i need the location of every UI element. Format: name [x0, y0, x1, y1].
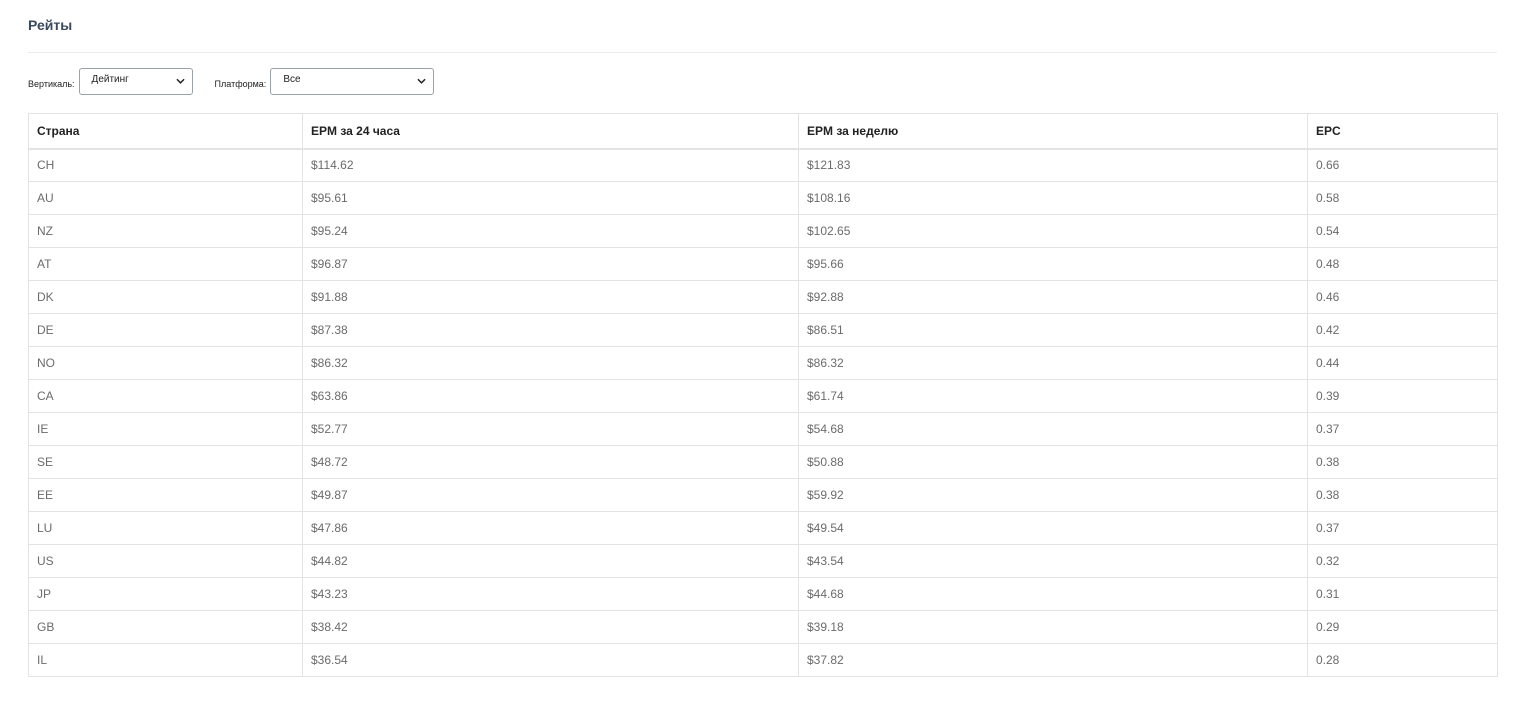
epm-week-cell: $43.54 [798, 544, 1308, 578]
epm-week-cell: $54.68 [798, 412, 1308, 446]
epm-24h-cell: $49.87 [302, 478, 799, 512]
country-cell: SE [28, 445, 303, 479]
epm-24h-cell: $86.32 [302, 346, 799, 380]
epm-24h-cell: $114.62 [302, 148, 799, 182]
rates-page: Рейты Вертикаль: Дейтинг Платформа: Все [0, 0, 1514, 706]
epm-24h-cell: $36.54 [302, 643, 799, 677]
epm-24h-cell: $44.82 [302, 544, 799, 578]
epm-week-cell: $92.88 [798, 280, 1308, 314]
epm-week-cell: $102.65 [798, 214, 1308, 248]
epc-cell: 0.54 [1307, 214, 1498, 248]
country-cell: DE [28, 313, 303, 347]
epm-24h-cell: $43.23 [302, 577, 799, 611]
epm-24h-cell: $47.86 [302, 511, 799, 545]
epc-cell: 0.38 [1307, 478, 1498, 512]
rates-table-container: Страна EPM за 24 часа EPM за неделю EPC … [28, 113, 1498, 677]
table-row: LU $47.86 $49.54 0.37 [28, 511, 1498, 545]
table-row: IL $36.54 $37.82 0.28 [28, 643, 1498, 677]
country-cell: NZ [28, 214, 303, 248]
table-row: AU $95.61 $108.16 0.58 [28, 181, 1498, 215]
epc-cell: 0.44 [1307, 346, 1498, 380]
vertical-select[interactable]: Дейтинг [78, 68, 193, 95]
epm-week-cell: $108.16 [798, 181, 1308, 215]
epm-24h-cell: $96.87 [302, 247, 799, 281]
country-cell: NO [28, 346, 303, 380]
country-cell: CH [28, 148, 303, 182]
table-row: IE $52.77 $54.68 0.37 [28, 412, 1498, 446]
epm-week-cell: $50.88 [798, 445, 1308, 479]
epm-24h-cell: $63.86 [302, 379, 799, 413]
epc-cell: 0.42 [1307, 313, 1498, 347]
epm-24h-cell: $87.38 [302, 313, 799, 347]
platform-label: Платформа: [214, 78, 267, 89]
epm-week-cell: $37.82 [798, 643, 1308, 677]
table-row: CH $114.62 $121.83 0.66 [28, 148, 1498, 182]
page-title: Рейты [28, 17, 73, 33]
epm-24h-cell: $52.77 [302, 412, 799, 446]
column-header-epm-24h[interactable]: EPM за 24 часа [302, 113, 799, 150]
country-cell: IL [28, 643, 303, 677]
country-cell: GB [28, 610, 303, 644]
table-row: JP $43.23 $44.68 0.31 [28, 577, 1498, 611]
epm-week-cell: $86.51 [798, 313, 1308, 347]
table-header-row: Страна EPM за 24 часа EPM за неделю EPC [28, 113, 1498, 150]
epc-cell: 0.31 [1307, 577, 1498, 611]
epc-cell: 0.38 [1307, 445, 1498, 479]
country-cell: JP [28, 577, 303, 611]
epm-week-cell: $44.68 [798, 577, 1308, 611]
table-row: DK $91.88 $92.88 0.46 [28, 280, 1498, 314]
table-row: NO $86.32 $86.32 0.44 [28, 346, 1498, 380]
country-cell: CA [28, 379, 303, 413]
epm-week-cell: $95.66 [798, 247, 1308, 281]
table-row: GB $38.42 $39.18 0.29 [28, 610, 1498, 644]
country-cell: EE [28, 478, 303, 512]
platform-select-value: Все [283, 74, 301, 85]
epc-cell: 0.48 [1307, 247, 1498, 281]
epc-cell: 0.37 [1307, 412, 1498, 446]
table-row: AT $96.87 $95.66 0.48 [28, 247, 1498, 281]
column-header-country[interactable]: Страна [28, 113, 303, 150]
epm-24h-cell: $48.72 [302, 445, 799, 479]
table-row: US $44.82 $43.54 0.32 [28, 544, 1498, 578]
vertical-label: Вертикаль: [28, 78, 75, 89]
chevron-down-icon [175, 78, 185, 84]
divider [28, 52, 1497, 53]
epm-24h-cell: $91.88 [302, 280, 799, 314]
country-cell: DK [28, 280, 303, 314]
epm-week-cell: $86.32 [798, 346, 1308, 380]
vertical-select-value: Дейтинг [91, 74, 129, 85]
epm-week-cell: $61.74 [798, 379, 1308, 413]
platform-select[interactable]: Все [270, 68, 435, 95]
epm-week-cell: $59.92 [798, 478, 1308, 512]
rates-table: Страна EPM за 24 часа EPM за неделю EPC … [28, 113, 1498, 677]
table-row: CA $63.86 $61.74 0.39 [28, 379, 1498, 413]
chevron-down-icon [417, 78, 426, 84]
table-row: EE $49.87 $59.92 0.38 [28, 478, 1498, 512]
table-row: NZ $95.24 $102.65 0.54 [28, 214, 1498, 248]
country-cell: LU [28, 511, 303, 545]
country-cell: AU [28, 181, 303, 215]
epc-cell: 0.32 [1307, 544, 1498, 578]
epc-cell: 0.46 [1307, 280, 1498, 314]
epc-cell: 0.66 [1307, 148, 1498, 182]
epm-24h-cell: $95.61 [302, 181, 799, 215]
country-cell: IE [28, 412, 303, 446]
epc-cell: 0.37 [1307, 511, 1498, 545]
table-row: SE $48.72 $50.88 0.38 [28, 445, 1498, 479]
epm-24h-cell: $38.42 [302, 610, 799, 644]
epc-cell: 0.39 [1307, 379, 1498, 413]
country-cell: AT [28, 247, 303, 281]
epm-week-cell: $39.18 [798, 610, 1308, 644]
column-header-epm-week[interactable]: EPM за неделю [798, 113, 1308, 150]
epc-cell: 0.28 [1307, 643, 1498, 677]
epm-week-cell: $49.54 [798, 511, 1308, 545]
epm-week-cell: $121.83 [798, 148, 1308, 182]
epm-24h-cell: $95.24 [302, 214, 799, 248]
column-header-epc[interactable]: EPC [1307, 113, 1498, 150]
filters-bar: Вертикаль: Дейтинг Платформа: Все [28, 67, 435, 96]
table-row: DE $87.38 $86.51 0.42 [28, 313, 1498, 347]
country-cell: US [28, 544, 303, 578]
epc-cell: 0.58 [1307, 181, 1498, 215]
epc-cell: 0.29 [1307, 610, 1498, 644]
